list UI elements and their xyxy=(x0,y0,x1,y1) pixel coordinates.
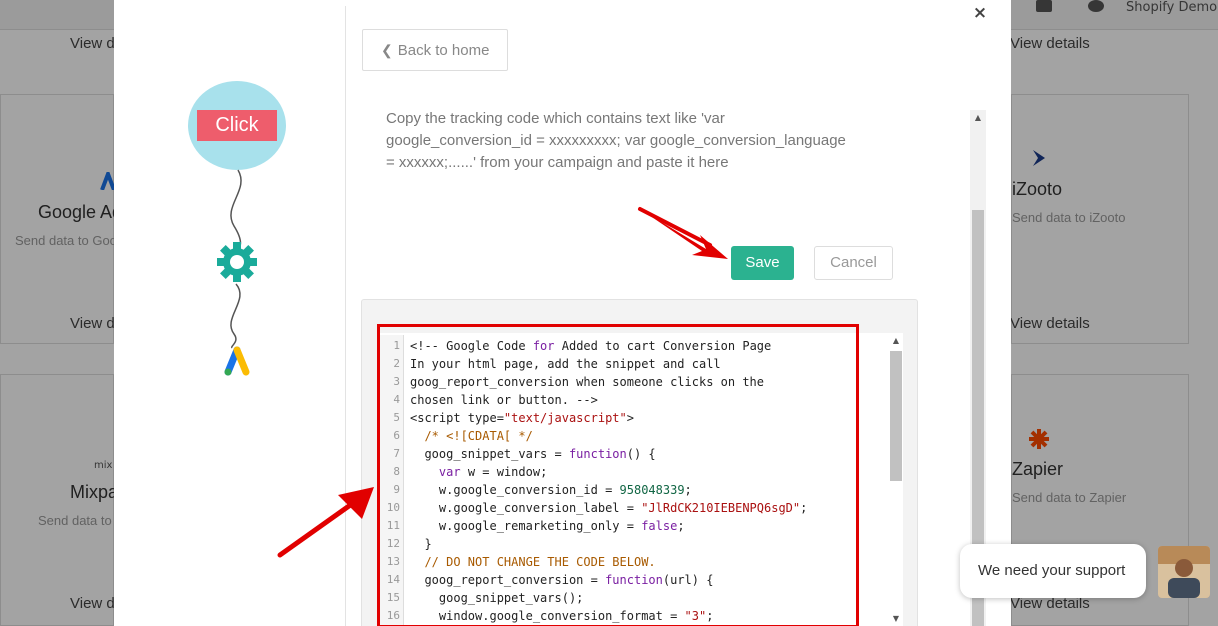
cancel-button[interactable]: Cancel xyxy=(814,246,893,280)
back-button-label: Back to home xyxy=(397,41,490,59)
chevron-left-icon: ❮ xyxy=(381,41,393,58)
scrollbar-thumb[interactable] xyxy=(890,351,902,481)
google-ads-icon xyxy=(224,346,250,376)
code-editor-scrollbar[interactable]: ▲ ▼ xyxy=(888,334,904,626)
support-avatar[interactable] xyxy=(1158,546,1210,598)
close-icon[interactable]: × xyxy=(972,4,988,22)
click-badge: Click xyxy=(197,110,277,141)
arrow-to-save-icon xyxy=(638,207,728,259)
scroll-up-arrow-icon[interactable]: ▲ xyxy=(970,110,986,126)
back-to-home-button[interactable]: ❮ Back to home xyxy=(362,29,508,71)
code-highlight-box xyxy=(377,324,859,626)
scroll-down-arrow-icon[interactable]: ▼ xyxy=(888,612,904,626)
support-bubble[interactable]: We need your support xyxy=(960,544,1146,598)
instructions-text: Copy the tracking code which contains te… xyxy=(386,110,846,171)
save-button[interactable]: Save xyxy=(731,246,794,280)
arrow-to-code-icon xyxy=(277,487,374,558)
balloon-string-illustration xyxy=(217,169,257,376)
scroll-up-arrow-icon[interactable]: ▲ xyxy=(888,334,904,348)
gear-icon xyxy=(217,242,257,282)
